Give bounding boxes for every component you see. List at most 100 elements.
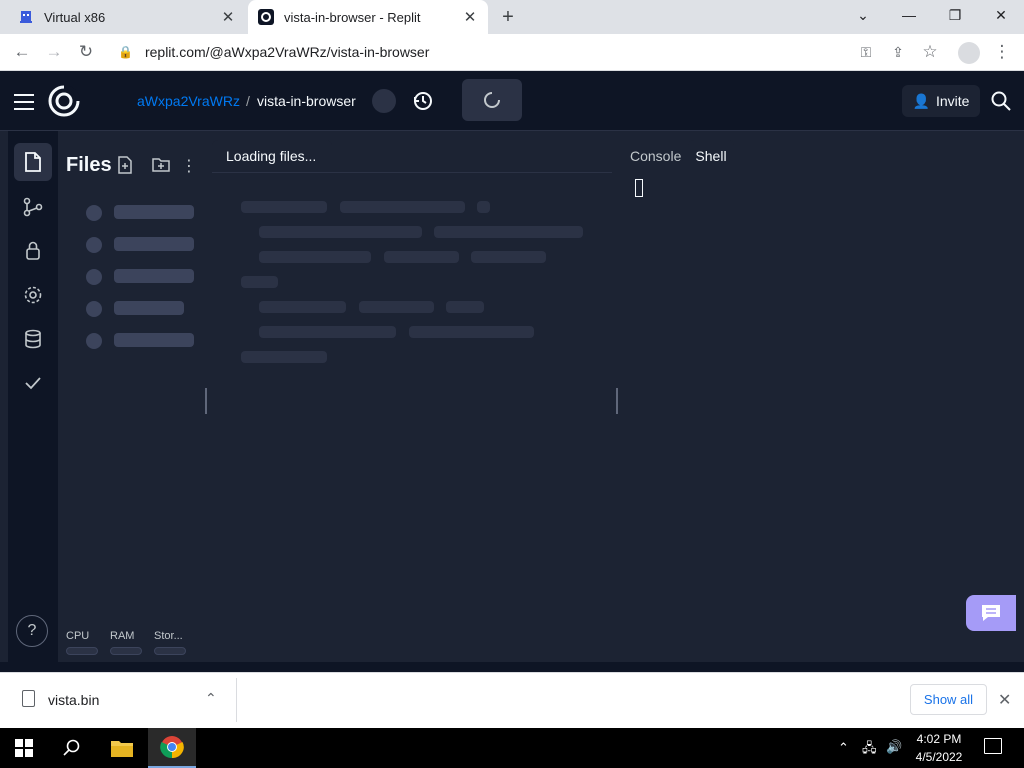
storage-label: Stor... [154,630,183,642]
hamburger-menu-icon[interactable] [14,94,34,110]
forward-button[interactable]: → [40,38,68,66]
search-icon[interactable] [990,90,1014,114]
repl-owner-link[interactable]: aWxpa2VraWRz [137,93,240,109]
code-skeleton-line [241,276,278,288]
storage-meter [154,647,186,655]
shell-terminal[interactable] [622,172,1016,662]
ram-label: RAM [110,630,135,642]
downloads-bar [0,672,1024,728]
pane-resize-handle[interactable] [616,388,618,414]
file-skeleton-bar [114,237,194,251]
close-window-button[interactable]: ✕ [978,0,1024,30]
invite-button[interactable]: 👤 Invite [902,85,980,117]
checkmark-icon[interactable] [14,364,52,402]
code-skeleton-line [359,301,434,313]
file-skeleton-bar [114,269,194,283]
tab-title: Virtual x86 [44,9,106,25]
database-icon[interactable] [14,320,52,358]
code-skeleton-line [409,326,534,338]
chat-icon [982,605,1000,621]
windows-start-icon[interactable] [0,728,48,768]
feedback-chat-button[interactable] [966,595,1016,631]
secrets-lock-icon[interactable] [14,232,52,270]
code-skeleton-line [259,301,346,313]
replit-logo-icon[interactable] [47,84,81,123]
close-tab-icon[interactable]: ✕ [458,5,482,29]
history-icon[interactable] [412,90,434,112]
restore-button[interactable]: ❐ [932,0,978,30]
editor-tab[interactable]: Loading files... [212,140,332,172]
key-icon[interactable]: ⚿ [852,38,880,66]
editor-pane [212,172,612,662]
files-icon[interactable] [14,143,52,181]
tab-title: vista-in-browser - Replit [284,9,421,25]
file-skeleton-bar [114,333,194,347]
pane-resize-handle[interactable] [205,388,207,414]
taskbar-clock[interactable]: 4:02 PM 4/5/2022 [906,730,972,766]
clock-time: 4:02 PM [916,732,962,746]
tray-chevron-up-icon[interactable]: ⌃ [838,740,849,756]
virtual-x86-favicon-icon [18,9,34,25]
tab-search-chevron-icon[interactable]: ⌄ [840,0,886,30]
replit-favicon-icon [258,9,274,25]
share-icon[interactable]: ⇪ [884,38,912,66]
file-skeleton-bar [114,205,194,219]
help-button[interactable]: ? [16,615,48,647]
url-text: replit.com/@aWxpa2VraWRz/vista-in-browse… [144,44,430,60]
code-skeleton-line [259,326,396,338]
repl-status-dot [372,89,396,113]
chrome-taskbar-icon[interactable] [148,728,196,768]
code-skeleton-line [434,226,583,238]
tab-replit[interactable]: vista-in-browser - Replit ✕ [248,0,488,34]
cpu-label: CPU [66,630,90,642]
tab-shell[interactable]: Shell [688,140,734,172]
close-tab-icon[interactable]: ✕ [216,5,240,29]
new-tab-button[interactable]: + [496,5,520,29]
workspace-bottom-edge [0,662,1024,672]
code-skeleton-line [259,251,371,263]
files-menu-icon[interactable]: ⋮ [180,156,198,175]
ram-meter [110,647,142,655]
files-title: Files [66,154,112,176]
clock-date: 4/5/2022 [915,750,963,764]
network-icon[interactable]: 🖧 [862,739,877,761]
file-icon [22,690,35,707]
loading-spinner-icon [484,92,500,108]
breadcrumb-separator: / [246,93,250,109]
taskbar-search-icon[interactable] [48,728,96,768]
profile-avatar[interactable] [958,42,980,64]
new-folder-icon[interactable] [152,156,170,174]
tab-console[interactable]: Console [622,140,689,172]
download-filename[interactable]: vista.bin [48,692,99,708]
file-skeleton-icon [86,333,102,349]
minimize-button[interactable]: — [886,0,932,30]
code-skeleton-line [384,251,459,263]
code-skeleton-line [477,201,490,213]
file-explorer-icon[interactable] [98,728,146,768]
chevron-up-icon[interactable]: ⌃ [205,690,217,707]
browser-menu-icon[interactable]: ⋮ [988,38,1016,66]
new-file-icon[interactable] [117,156,135,174]
code-skeleton-line [340,201,465,213]
repl-name[interactable]: vista-in-browser [257,93,356,109]
invite-label: Invite [935,93,970,109]
downloads-divider [236,678,237,722]
show-all-button[interactable]: Show all [910,684,987,715]
settings-gear-icon[interactable] [14,276,52,314]
bookmark-star-icon[interactable]: ☆ [916,38,944,66]
code-skeleton-line [241,201,327,213]
run-button[interactable] [462,79,522,121]
terminal-cursor [635,179,643,197]
file-skeleton-icon [86,269,102,285]
file-skeleton-icon [86,237,102,253]
volume-icon[interactable]: 🔊 [886,739,902,755]
code-skeleton-line [241,351,327,363]
version-control-icon[interactable] [14,188,52,226]
back-button[interactable]: ← [8,38,36,66]
file-skeleton-icon [86,205,102,221]
close-downloads-icon[interactable]: ✕ [998,690,1011,710]
reload-button[interactable]: ↻ [72,38,100,66]
notification-center-icon[interactable] [984,738,1002,754]
add-user-icon: 👤 [912,92,930,109]
tab-virtual-x86[interactable]: Virtual x86 ✕ [8,0,246,34]
